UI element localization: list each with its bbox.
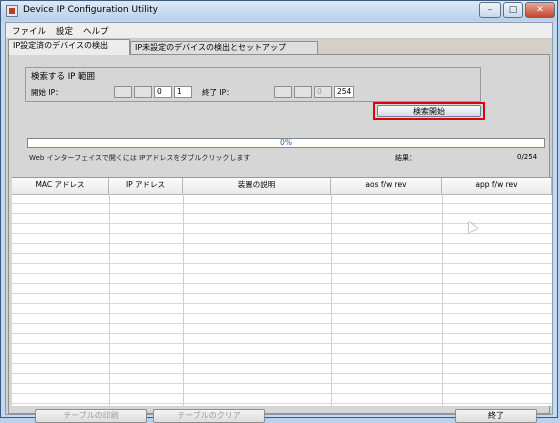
print-table-button[interactable]: テーブルの印刷 — [35, 409, 147, 423]
device-table[interactable]: MAC アドレス IP アドレス 装置の説明 aos f/w rev app f… — [12, 177, 552, 406]
title-bar[interactable]: Device IP Configuration Utility – □ ✕ — [1, 1, 557, 21]
table-row[interactable] — [12, 204, 552, 214]
column-device-description[interactable]: 装置の説明 — [183, 178, 331, 194]
progress-percent: 0% — [280, 138, 292, 147]
end-ip-octet-3[interactable]: 0 — [314, 86, 332, 98]
table-row[interactable] — [12, 274, 552, 284]
column-mac-address[interactable]: MAC アドレス — [12, 178, 109, 194]
progress-bar: 0% — [27, 138, 545, 148]
app-icon — [6, 5, 18, 17]
search-start-highlight: 検索開始 — [373, 102, 485, 120]
end-ip-label: 終了 IP： — [202, 88, 234, 97]
table-row[interactable] — [12, 344, 552, 354]
table-row[interactable] — [12, 324, 552, 334]
start-ip-label: 開始 IP： — [31, 88, 63, 97]
table-row[interactable] — [12, 264, 552, 274]
start-ip-octet-3[interactable]: 0 — [154, 86, 172, 98]
result-value: 0/254 — [517, 153, 538, 161]
tab-strip: IP設定済のデバイスの検出 IP未設定のデバイスの検出とセットアップ — [6, 39, 552, 55]
search-range-group: 検索する IP 範囲 開始 IP： 0 1 終了 IP： 0 254 — [25, 67, 481, 102]
table-row[interactable] — [12, 194, 552, 204]
double-click-hint: Web インターフェイスで開くには IPアドレスをダブルクリックします — [29, 154, 251, 162]
end-ip-octet-4[interactable]: 254 — [334, 86, 354, 98]
start-ip-octet-2[interactable] — [134, 86, 152, 98]
tab-panel: 検索する IP 範囲 開始 IP： 0 1 終了 IP： 0 254 検索開始 … — [8, 54, 552, 423]
menu-settings[interactable]: 設定 — [56, 25, 73, 37]
tab-unconfigured-devices[interactable]: IP未設定のデバイスの検出とセットアップ — [130, 41, 318, 55]
end-ip-octet-2[interactable] — [294, 86, 312, 98]
table-row[interactable] — [12, 294, 552, 304]
column-aos-fw-rev[interactable]: aos f/w rev — [331, 178, 442, 194]
minimize-button[interactable]: – — [479, 2, 501, 18]
table-header: MAC アドレス IP アドレス 装置の説明 aos f/w rev app f… — [12, 178, 552, 195]
menu-bar: ファイル 設定 ヘルプ — [6, 23, 552, 39]
table-row[interactable] — [12, 334, 552, 344]
column-divider — [331, 194, 332, 406]
search-start-button[interactable]: 検索開始 — [377, 105, 481, 117]
table-row[interactable] — [12, 384, 552, 394]
end-ip-octet-1[interactable] — [274, 86, 292, 98]
table-row[interactable] — [12, 304, 552, 314]
table-row[interactable] — [12, 354, 552, 364]
table-row[interactable] — [12, 234, 552, 244]
column-divider — [183, 194, 184, 406]
clear-table-button[interactable]: テーブルのクリア — [153, 409, 265, 423]
column-divider — [109, 194, 110, 406]
table-row[interactable] — [12, 244, 552, 254]
search-range-title: 検索する IP 範囲 — [31, 72, 96, 82]
table-row[interactable] — [12, 254, 552, 264]
menu-file[interactable]: ファイル — [12, 25, 46, 37]
table-row[interactable] — [12, 394, 552, 404]
table-row[interactable] — [12, 314, 552, 324]
menu-help[interactable]: ヘルプ — [83, 25, 109, 37]
app-window: Device IP Configuration Utility – □ ✕ ファ… — [0, 0, 558, 423]
column-app-fw-rev[interactable]: app f/w rev — [442, 178, 552, 194]
result-label: 結果： — [395, 154, 416, 162]
column-divider — [442, 194, 443, 406]
tab-configured-devices[interactable]: IP設定済のデバイスの検出 — [8, 39, 130, 55]
start-ip-octet-4[interactable]: 1 — [174, 86, 192, 98]
table-row[interactable] — [12, 374, 552, 384]
maximize-button[interactable]: □ — [503, 2, 523, 18]
close-button[interactable]: ✕ — [525, 2, 555, 18]
table-row[interactable] — [12, 364, 552, 374]
window-title: Device IP Configuration Utility — [23, 5, 158, 15]
start-ip-octet-1[interactable] — [114, 86, 132, 98]
table-row[interactable] — [12, 284, 552, 294]
exit-button[interactable]: 終了 — [455, 409, 537, 423]
column-ip-address[interactable]: IP アドレス — [109, 178, 183, 194]
client-area: ファイル 設定 ヘルプ IP設定済のデバイスの検出 IP未設定のデバイスの検出と… — [5, 22, 553, 423]
